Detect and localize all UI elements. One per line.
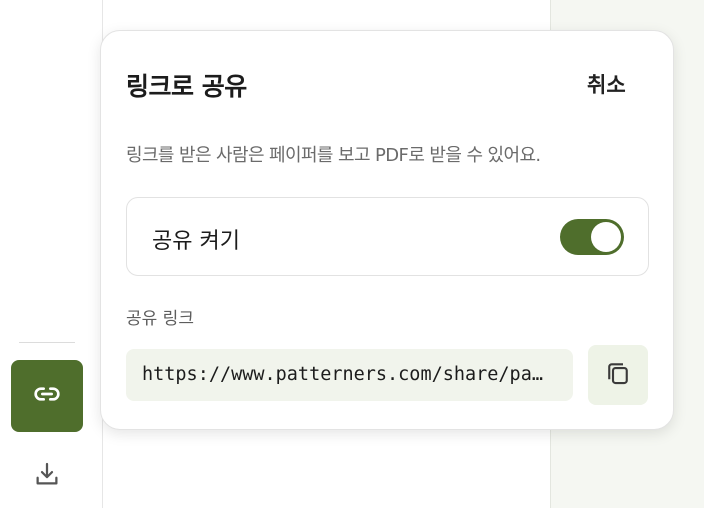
modal-description: 링크를 받은 사람은 페이퍼를 보고 PDF로 받을 수 있어요.	[126, 145, 541, 166]
toggle-knob	[591, 222, 621, 252]
modal-title: 링크로 공유	[126, 72, 247, 101]
share-link-modal: 링크로 공유 취소 링크를 받은 사람은 페이퍼를 보고 PDF로 받을 수 있…	[100, 30, 674, 430]
share-link-rail-button[interactable]	[11, 360, 83, 432]
share-toggle-row: 공유 켜기	[126, 197, 649, 276]
link-icon	[31, 378, 63, 414]
rail-divider	[19, 342, 75, 343]
copy-icon	[603, 358, 633, 392]
download-rail-button[interactable]	[26, 456, 68, 496]
share-toggle-label: 공유 켜기	[152, 229, 240, 254]
copy-link-button[interactable]	[588, 345, 648, 405]
share-toggle-switch[interactable]	[560, 219, 624, 255]
cancel-button[interactable]: 취소	[587, 69, 626, 99]
download-icon	[32, 459, 62, 493]
share-link-label: 공유 링크	[126, 309, 194, 329]
left-rail	[0, 0, 103, 508]
share-url-field[interactable]: https://www.patterners.com/share/pa…	[126, 349, 573, 401]
